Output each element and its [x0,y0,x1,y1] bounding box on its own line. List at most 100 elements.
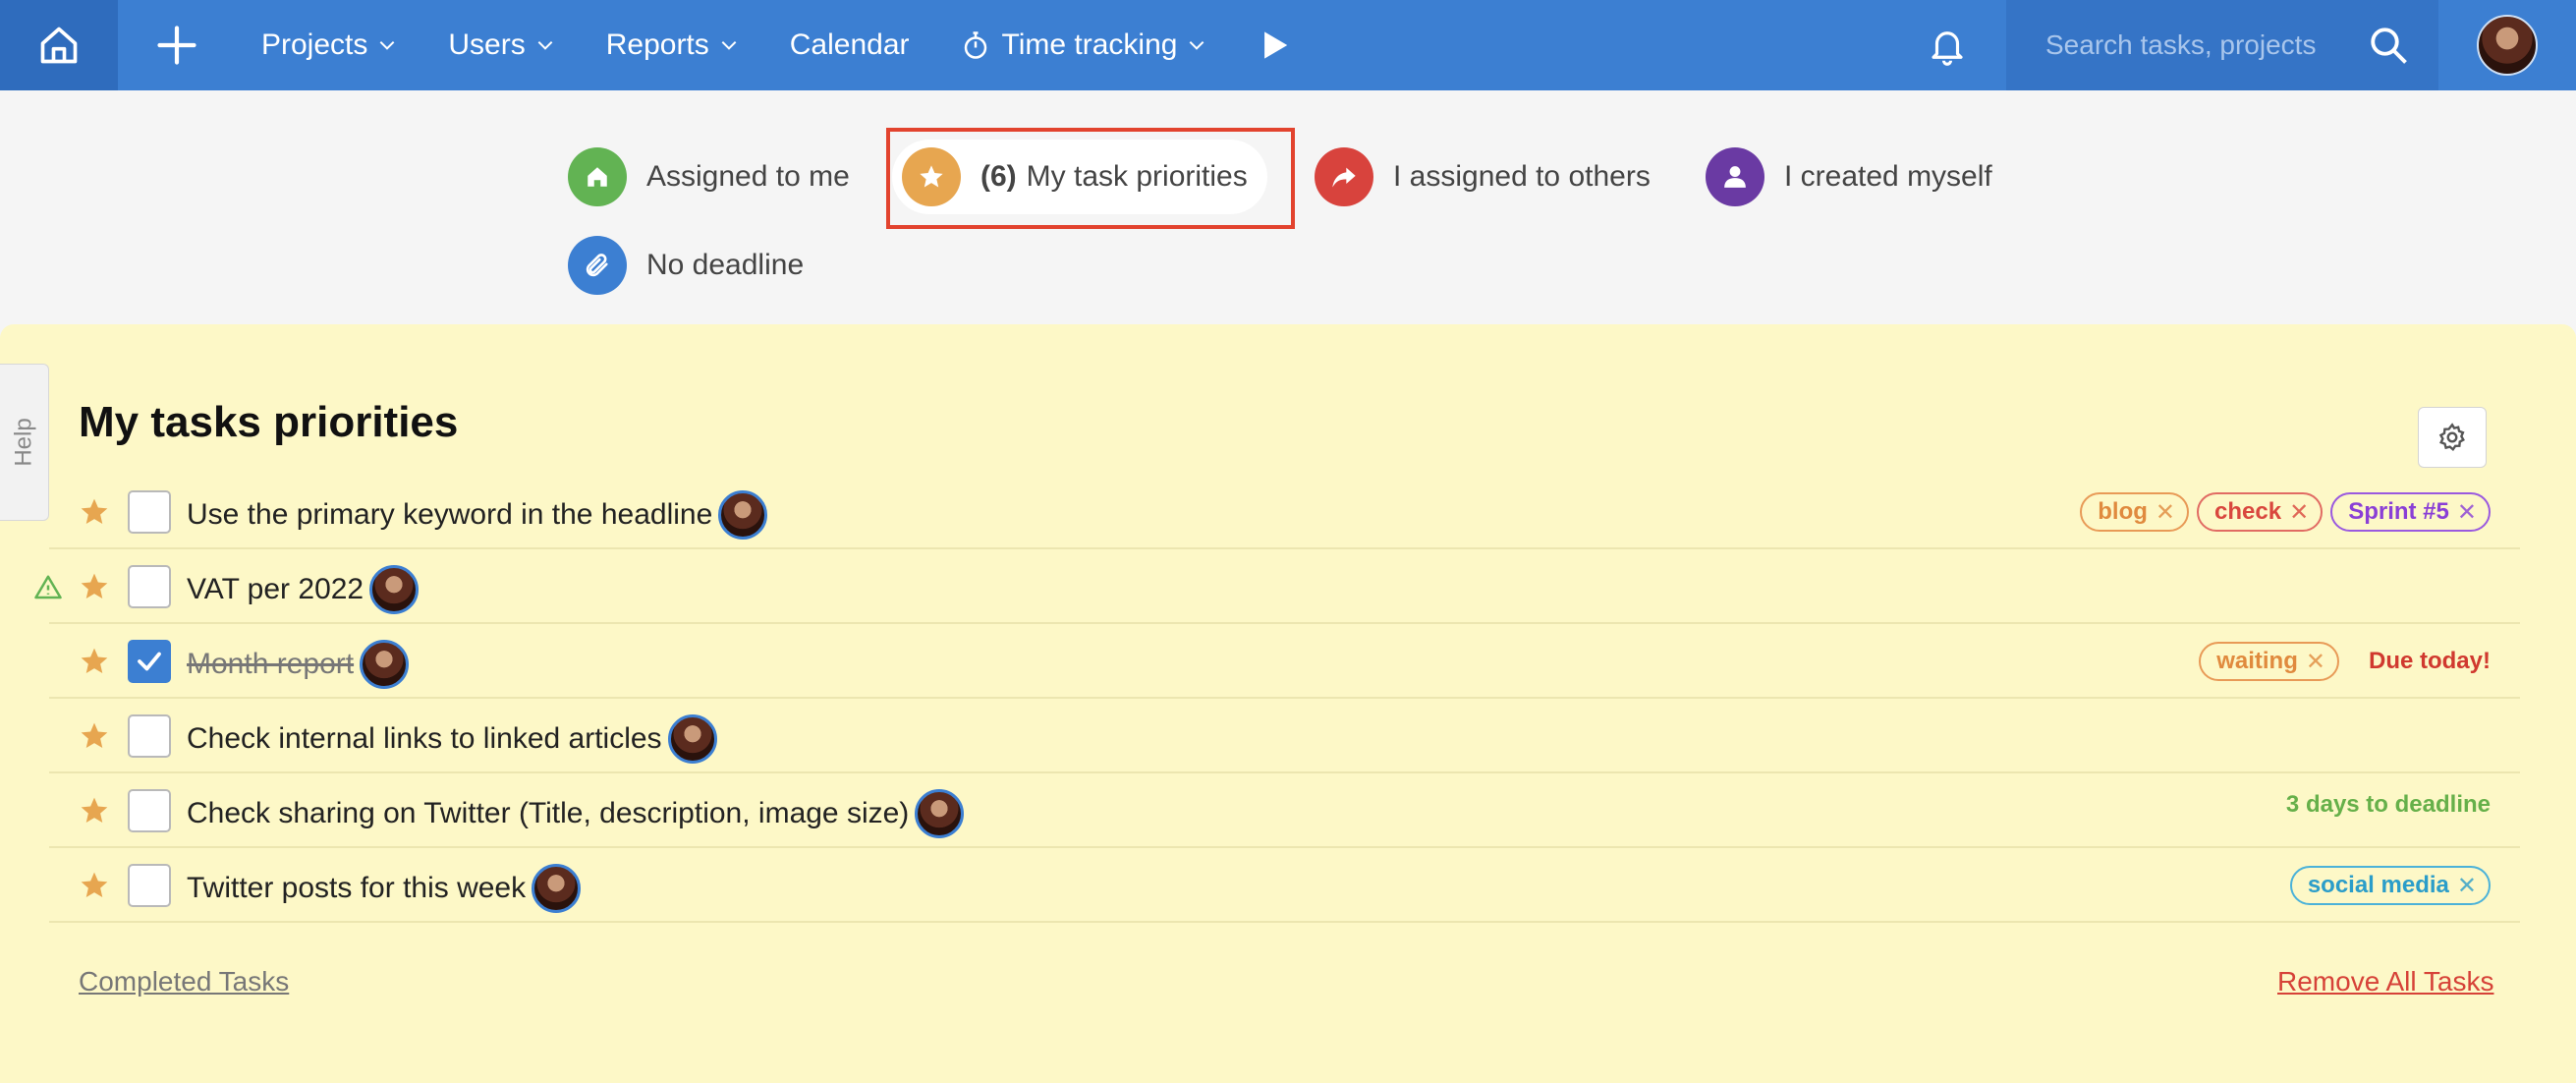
nav-reports[interactable]: Reports [581,0,764,90]
task-title[interactable]: Month report [187,640,410,689]
due-status: Due today! [2368,648,2491,674]
tag-waiting[interactable]: waiting ✕ [2199,642,2339,681]
search-box [2006,0,2438,90]
task-title[interactable]: Check internal links to linked articles [187,714,717,764]
task-title-text: Check sharing on Twitter (Title, descrip… [187,797,910,829]
tag-label: waiting [2216,648,2298,674]
top-nav-bar: Projects Users Reports Calendar Time tra… [0,0,2576,90]
task-title[interactable]: Check sharing on Twitter (Title, descrip… [187,789,965,838]
remove-all-tasks-link[interactable]: Remove All Tasks [2277,966,2493,998]
nav-time-tracking-label: Time tracking [1001,28,1178,61]
avatar [667,714,717,764]
avatar [2477,15,2538,76]
user-menu-button[interactable] [2438,0,2576,90]
checkmark-icon [138,652,161,671]
avatar [532,864,582,913]
star-icon[interactable] [79,720,110,752]
paperclip-icon [586,254,608,277]
filter-assigned-to-me-label: Assigned to me [646,160,850,193]
filter-created-myself[interactable]: I created myself [1706,140,1992,214]
user-icon [1724,166,1746,188]
task-row[interactable]: VAT per 2022 [34,549,2520,624]
tag-check[interactable]: check ✕ [2197,492,2324,532]
avatar [369,565,420,614]
home-button[interactable] [0,0,118,90]
nav-projects[interactable]: Projects [236,0,422,90]
task-row[interactable]: Twitter posts for this week social media… [49,848,2520,923]
play-icon [1264,31,1288,59]
chevron-down-icon [380,40,395,50]
star-icon[interactable] [79,571,110,602]
star-icon[interactable] [79,870,110,901]
warning-icon [34,575,62,599]
close-icon[interactable]: ✕ [2306,648,2325,676]
nav-users-label: Users [448,28,526,61]
home-icon [588,167,607,187]
tag-label: Sprint #5 [2348,498,2449,525]
star-icon[interactable] [79,795,110,826]
filter-no-deadline[interactable]: No deadline [568,228,804,303]
task-row[interactable]: Check internal links to linked articles [49,699,2520,773]
close-icon[interactable]: ✕ [2156,498,2175,527]
task-row[interactable]: Use the primary keyword in the headline … [49,475,2520,549]
close-icon[interactable]: ✕ [2457,872,2477,900]
start-timer-button[interactable] [1232,0,1318,90]
task-title-text: Use the primary keyword in the headline [187,498,713,531]
task-checkbox[interactable] [128,490,171,534]
plus-icon [157,26,196,65]
task-checkbox[interactable] [128,864,171,907]
task-checkbox[interactable] [128,565,171,608]
help-tab[interactable]: Help [0,364,49,521]
home-icon [40,27,78,64]
share-arrow-icon [1332,167,1356,188]
nav-calendar-label: Calendar [789,28,910,61]
search-input[interactable] [2045,29,2368,61]
tag-label: check [2214,498,2282,525]
nav-reports-label: Reports [605,28,709,61]
task-row[interactable]: Check sharing on Twitter (Title, descrip… [49,773,2520,848]
task-title-text: Month report [187,648,355,680]
avatar [718,490,768,540]
task-title-text: Check internal links to linked articles [187,722,662,755]
filter-assigned-to-others[interactable]: I assigned to others [1315,140,1651,214]
selected-filter-highlight [886,128,1295,229]
settings-button[interactable] [2418,407,2487,468]
task-title[interactable]: Twitter posts for this week [187,864,582,913]
help-tab-label: Help [10,418,37,467]
tag-social-media[interactable]: social media ✕ [2289,866,2491,905]
chevron-down-icon [1190,40,1204,50]
deadline-status: 3 days to deadline [2285,791,2491,818]
add-button[interactable] [118,0,236,90]
notifications-button[interactable] [1888,0,2006,90]
tag-blog[interactable]: blog ✕ [2080,492,2190,532]
task-title[interactable]: Use the primary keyword in the headline [187,490,768,540]
nav-users[interactable]: Users [422,0,580,90]
task-title[interactable]: VAT per 2022 [187,565,420,614]
nav-projects-label: Projects [261,28,368,61]
task-row[interactable]: Month report waiting ✕ Due today! [49,624,2520,699]
filter-created-myself-label: I created myself [1784,160,1992,193]
task-checkbox[interactable] [128,789,171,832]
completed-tasks-link[interactable]: Completed Tasks [79,966,289,998]
star-icon[interactable] [79,646,110,677]
search-icon[interactable] [2368,25,2409,66]
task-title-text: VAT per 2022 [187,573,364,605]
task-checkbox[interactable] [128,714,171,758]
task-title-text: Twitter posts for this week [187,872,527,904]
chevron-down-icon [537,40,553,50]
filter-assigned-to-others-label: I assigned to others [1393,160,1651,193]
nav-time-tracking[interactable]: Time tracking [935,0,1233,90]
close-icon[interactable]: ✕ [2457,498,2477,527]
task-checkbox[interactable] [128,640,171,683]
stopwatch-icon [964,31,986,59]
avatar [915,789,965,838]
star-icon[interactable] [79,496,110,528]
gear-icon [2438,423,2465,452]
filter-assigned-to-me[interactable]: Assigned to me [568,140,850,214]
tag-sprint[interactable]: Sprint #5 ✕ [2330,492,2491,532]
nav-calendar[interactable]: Calendar [764,0,935,90]
avatar [360,640,410,689]
tag-label: social media [2307,872,2449,898]
close-icon[interactable]: ✕ [2289,498,2309,527]
filter-no-deadline-label: No deadline [646,249,805,281]
